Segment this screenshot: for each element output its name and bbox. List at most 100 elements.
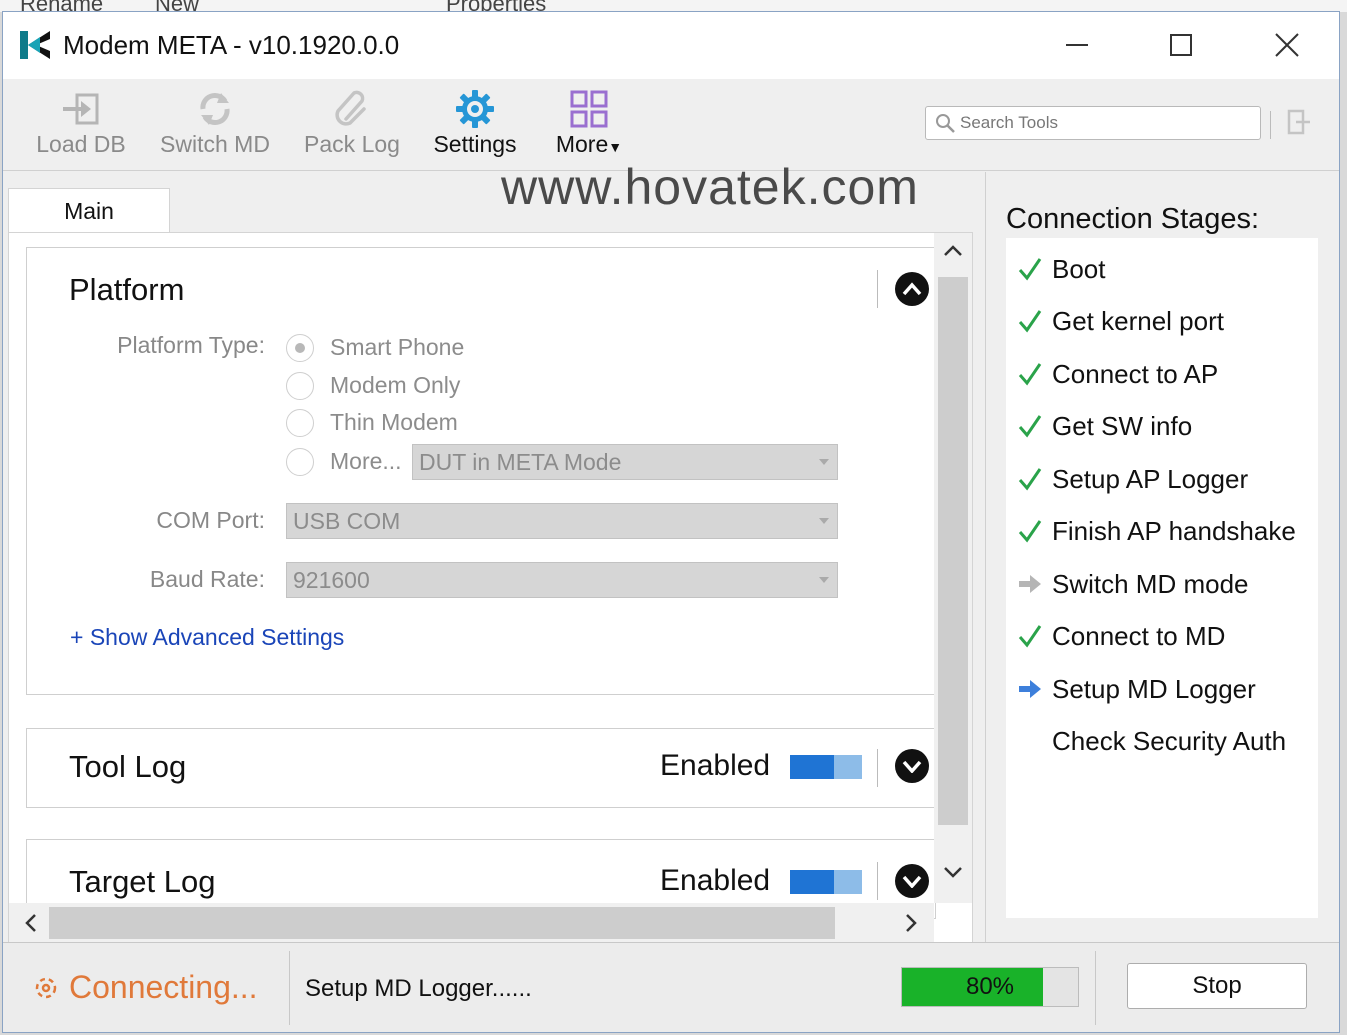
horizontal-scroll-thumb[interactable] [49,907,835,939]
option-modem-only-label: Modem Only [330,372,461,398]
spinner-icon [35,977,57,999]
paperclip-icon [335,90,366,126]
radio-modem-only[interactable] [286,372,314,400]
stage-label: Setup AP Logger [1052,464,1249,494]
check-icon [1018,310,1042,333]
load-db-button[interactable]: Load DB [33,87,129,158]
settings-label: Settings [433,131,517,157]
grid-icon [570,90,608,128]
search-box[interactable] [925,106,1261,140]
settings-button[interactable]: Settings [429,87,521,158]
status-message: Setup MD Logger...... [305,975,532,1002]
tool-log-toggle[interactable] [790,755,862,779]
section-separator [877,270,878,308]
chevron-down-icon [902,875,922,888]
search-icon [936,114,955,133]
stage-item: Connect to AP [1006,355,1318,395]
stage-item: Connect to MD [1006,617,1318,657]
check-icon [1018,520,1042,543]
chevron-down-icon [902,760,922,773]
platform-type-label: Platform Type: [117,332,265,358]
maximize-button[interactable] [1155,22,1207,68]
app-logo-icon [20,31,50,59]
stage-item: Boot [1006,250,1318,290]
check-icon [1018,625,1042,648]
stage-item: Setup AP Logger [1006,460,1318,500]
pack-log-button[interactable]: Pack Log [299,87,405,158]
stage-label: Check Security Auth [1052,726,1287,756]
target-log-toggle[interactable] [790,870,862,894]
toggle-knob [790,755,834,779]
target-log-status: Enabled [660,864,771,897]
option-thin-modem-label: Thin Modem [330,409,458,435]
scroll-left-icon[interactable] [23,913,37,933]
check-icon [1018,468,1042,491]
connection-state: Connecting... [69,969,258,1005]
toolbar-separator [1270,111,1271,139]
baud-rate-select[interactable]: 921600 [286,562,838,598]
tab-main[interactable]: Main [8,188,170,234]
exit-icon[interactable] [1286,108,1312,138]
target-log-title: Target Log [69,864,216,899]
app-window: Modem META - v10.1920.0.0 Load DB Switch… [2,11,1340,1033]
vertical-scrollbar[interactable] [934,233,972,903]
stage-item: Check Security Auth [1006,722,1318,762]
progress-text: 80% [965,973,1015,1000]
baud-rate-label: Baud Rate: [149,566,265,592]
scroll-right-icon[interactable] [905,913,919,933]
stage-label: Get SW info [1052,411,1193,441]
vertical-scroll-thumb[interactable] [938,277,968,825]
arrow-right-blue-icon [1019,680,1041,698]
scroll-down-icon[interactable] [943,865,963,879]
switch-md-label: Switch MD [160,131,270,157]
tool-log-title: Tool Log [69,749,187,784]
more-mode-value: DUT in META Mode [419,449,622,475]
check-icon [1018,258,1042,281]
radio-thin-modem[interactable] [286,409,314,437]
connection-stages-panel: Connection Stages: Boot Get kernel port … [985,172,1337,942]
status-bar: Connecting... Setup MD Logger...... 80% … [3,942,1339,1032]
chevron-down-icon [819,459,829,465]
pack-log-label: Pack Log [304,131,400,157]
expand-target-log-button[interactable] [895,864,929,898]
stop-button[interactable]: Stop [1127,963,1307,1009]
radio-more[interactable] [286,448,314,476]
chevron-down-icon [819,518,829,524]
stage-item: Setup MD Logger [1006,670,1318,710]
com-port-value: USB COM [293,508,401,534]
radio-smart-phone[interactable] [286,334,314,362]
section-separator [877,749,878,787]
stage-item: Finish AP handshake [1006,512,1318,552]
collapse-platform-button[interactable] [895,272,929,306]
stage-list: Boot Get kernel port Connect to AP Get S… [1006,238,1318,918]
com-port-select[interactable]: USB COM [286,503,838,539]
baud-rate-value: 921600 [293,567,370,593]
load-db-icon [63,93,99,125]
horizontal-scrollbar[interactable] [9,903,934,943]
stage-label: Finish AP handshake [1052,516,1296,546]
switch-md-icon [200,93,230,125]
progress-bar: 80% [901,967,1079,1007]
platform-title: Platform [69,272,185,307]
scroll-up-icon[interactable] [943,243,963,257]
watermark-text: www.hovatek.com [501,159,919,215]
check-icon [1018,363,1042,386]
gear-icon [456,90,494,128]
close-icon [1275,33,1299,57]
switch-md-button[interactable]: Switch MD [157,87,273,158]
title-bar: Modem META - v10.1920.0.0 [3,12,1339,79]
expand-tool-log-button[interactable] [895,749,929,783]
tool-log-section: Tool Log Enabled [26,728,936,808]
more-button[interactable]: More▼ [551,87,627,158]
close-button[interactable] [1261,22,1313,68]
show-advanced-settings-link[interactable]: + Show Advanced Settings [70,624,344,651]
search-input[interactable] [960,111,1250,135]
chevron-up-icon [902,282,922,296]
more-mode-select[interactable]: DUT in META Mode [412,444,838,480]
stage-label: Boot [1052,254,1106,284]
check-icon [1018,415,1042,438]
arrow-right-gray-icon [1019,575,1041,593]
dropdown-arrow-icon: ▼ [608,139,623,155]
minimize-button[interactable] [1051,22,1103,68]
maximize-icon [1170,34,1192,56]
